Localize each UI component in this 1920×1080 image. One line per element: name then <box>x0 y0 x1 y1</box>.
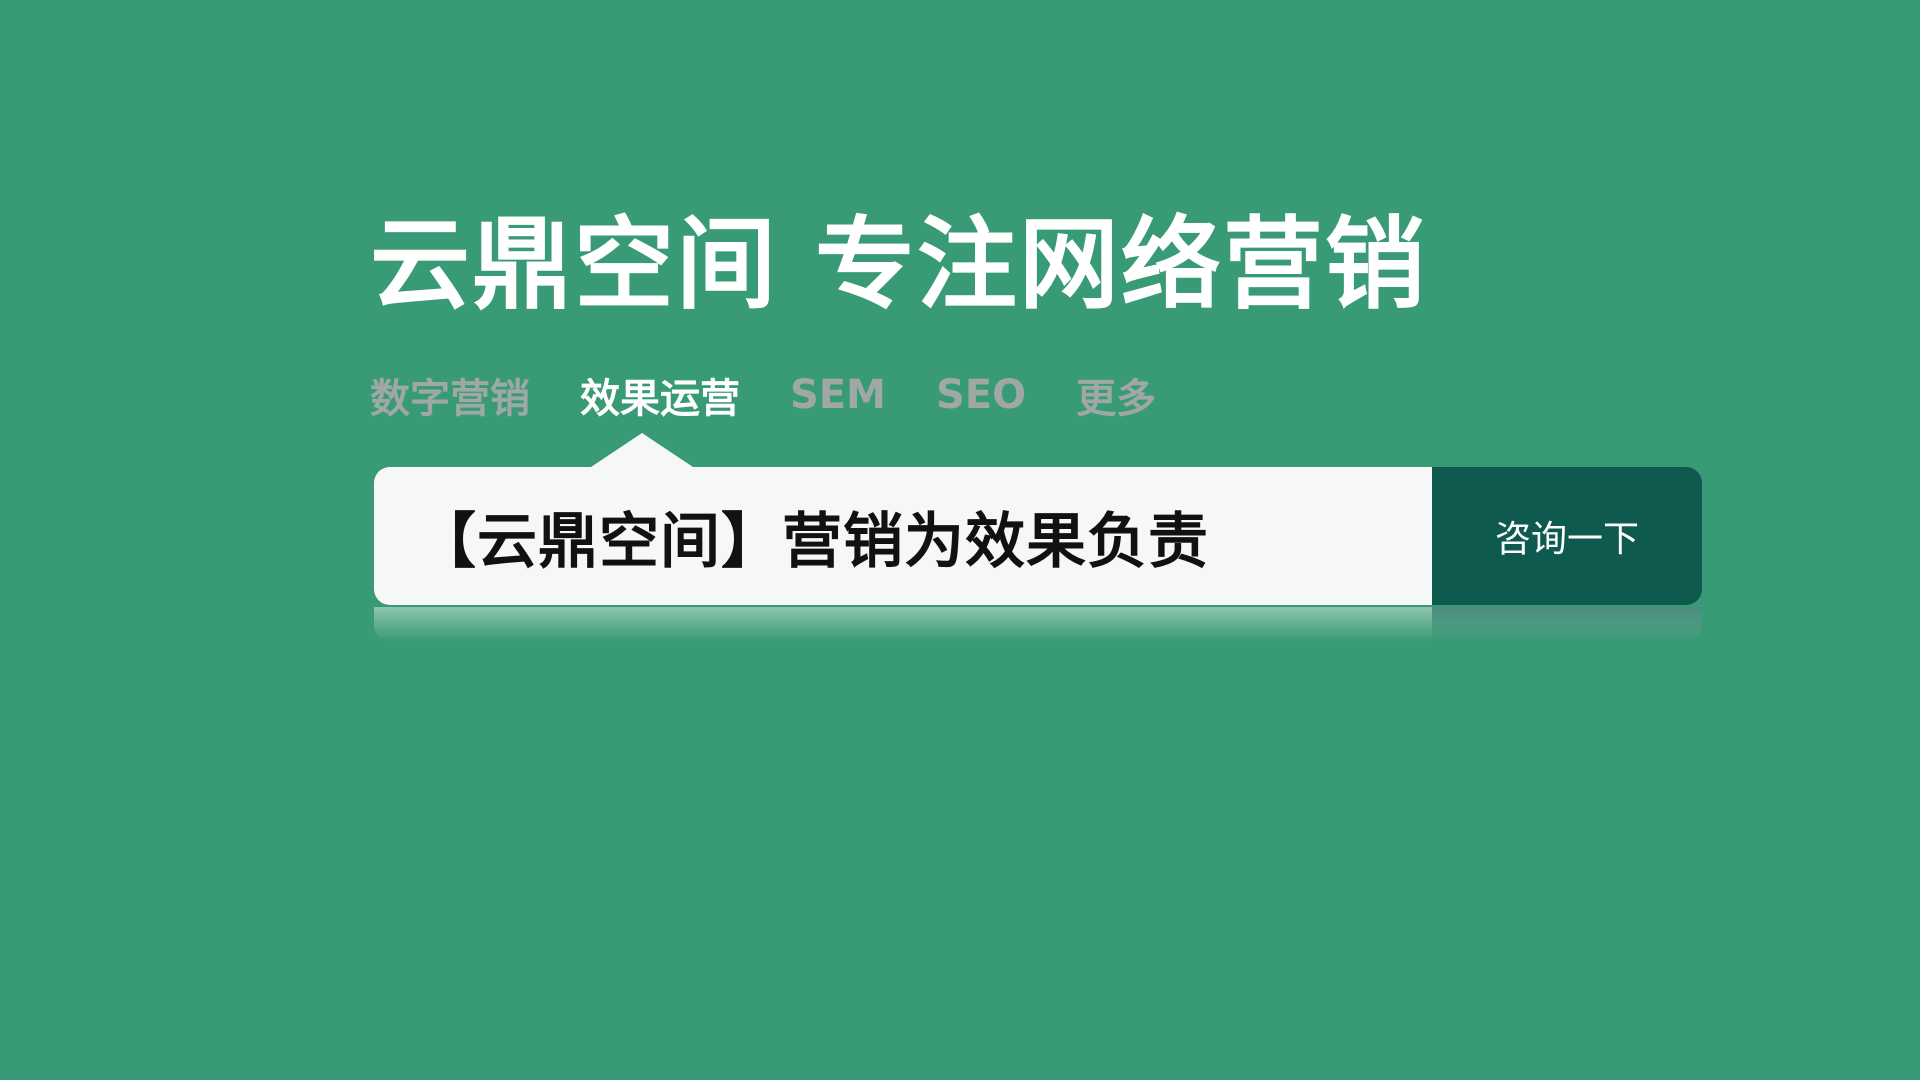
hero-section: 云鼎空间 专注网络营销 数字营销 效果运营 SEM SEO 更多 咨询一下 <box>370 200 1702 641</box>
active-tab-pointer <box>588 433 696 469</box>
search-input[interactable] <box>414 500 1418 572</box>
category-tabs: 数字营销 效果运营 SEM SEO 更多 <box>370 360 1702 430</box>
search-bar-reflection <box>374 607 1702 641</box>
search-field-container <box>374 467 1432 605</box>
tab-sem[interactable]: SEM <box>790 372 886 418</box>
tab-performance-operation[interactable]: 效果运营 <box>580 366 740 424</box>
page-headline: 云鼎空间 专注网络营销 <box>370 206 1427 323</box>
tab-digital-marketing[interactable]: 数字营销 <box>370 366 530 424</box>
search-bar: 咨询一下 <box>370 433 1702 641</box>
tab-seo[interactable]: SEO <box>936 372 1026 418</box>
tab-more[interactable]: 更多 <box>1076 366 1156 424</box>
consult-button[interactable]: 咨询一下 <box>1432 467 1702 605</box>
button-reflection <box>1432 607 1702 641</box>
